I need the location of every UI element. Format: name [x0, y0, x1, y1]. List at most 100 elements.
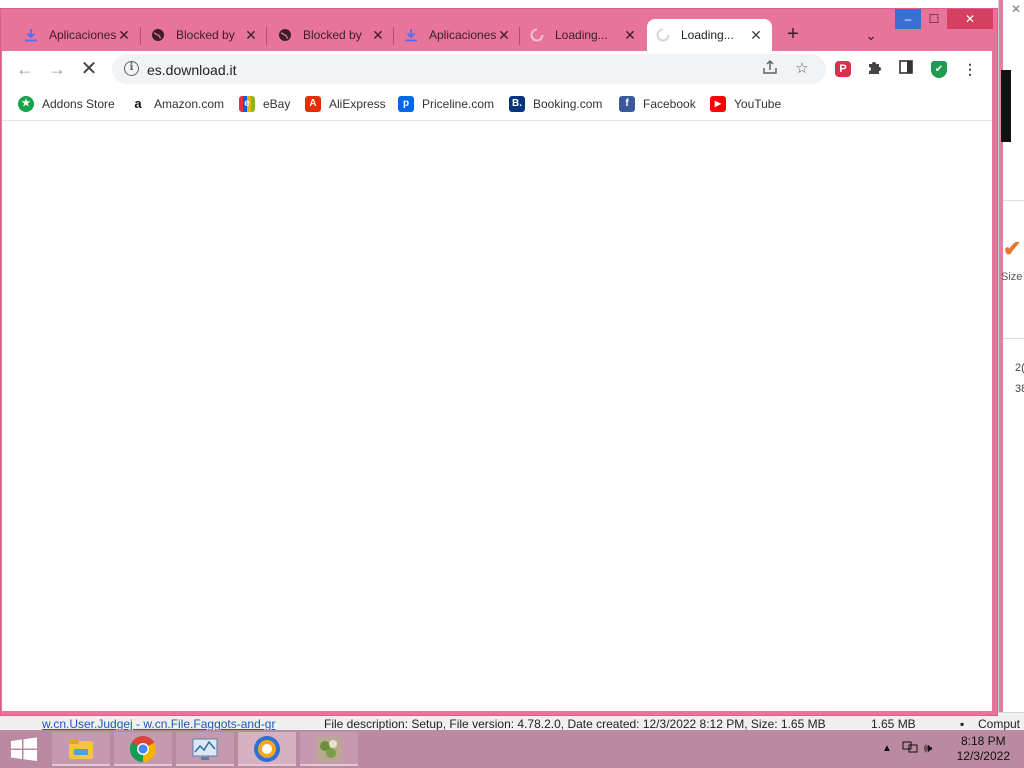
performance-monitor-icon — [192, 738, 218, 760]
taskbar-file-explorer[interactable] — [52, 732, 110, 766]
bookmark-star-icon[interactable]: ☆ — [792, 59, 812, 79]
background-cell: 2( — [1015, 362, 1024, 374]
tab-loading-active[interactable]: Loading... ✕ — [647, 19, 772, 51]
pocket-extension-icon[interactable]: P — [835, 61, 851, 77]
globe-icon — [277, 27, 293, 43]
security-shield-icon[interactable]: ✔ — [931, 61, 947, 78]
taskbar-performance-monitor[interactable] — [176, 732, 234, 766]
bookmark-label: Amazon.com — [154, 97, 225, 111]
tab-close-icon[interactable]: ✕ — [496, 27, 512, 43]
bookmark-label: YouTube — [734, 97, 782, 111]
page-content-area[interactable] — [2, 121, 992, 711]
browser-toolbar: ← → ✕ i es.download.it ☆ P ✔ ⋮ — [2, 51, 992, 87]
site-info-icon[interactable]: i — [124, 61, 139, 76]
network-icon[interactable] — [902, 740, 918, 757]
tab-close-icon[interactable]: ✕ — [243, 27, 259, 43]
tab-close-icon[interactable]: ✕ — [370, 27, 386, 43]
background-divider — [1003, 338, 1024, 339]
volume-icon[interactable]: 🕪 — [924, 740, 932, 756]
computer-label: Comput — [978, 717, 1021, 731]
bookmark-label: eBay — [263, 97, 291, 111]
system-clock[interactable]: 8:18 PM 12/3/2022 — [957, 734, 1010, 764]
address-bar[interactable]: i es.download.it ☆ — [112, 54, 826, 84]
show-hidden-icons-icon[interactable]: ▲ — [882, 743, 892, 754]
more-menu-icon[interactable]: ⋮ — [960, 59, 980, 79]
tab-close-icon[interactable]: ✕ — [622, 27, 638, 43]
back-button[interactable]: ← — [13, 57, 37, 81]
aliexpress-icon: A — [305, 96, 321, 112]
tab-title: Loading... — [555, 28, 608, 42]
background-window: ✕ ✔ Size 2( 38 — [998, 0, 1024, 715]
globe-icon — [150, 27, 166, 43]
priceline-icon: p — [398, 96, 414, 112]
bookmarks-bar: ★ Addons Store a Amazon.com e eBay A Ali… — [2, 87, 992, 121]
tab-aplicaciones[interactable]: Aplicaciones ✕ — [15, 19, 140, 51]
side-panel-icon[interactable] — [896, 59, 916, 79]
new-tab-button[interactable]: + — [781, 23, 805, 47]
facebook-icon: f — [619, 96, 635, 112]
tab-separator — [266, 27, 267, 45]
share-icon[interactable] — [760, 59, 780, 79]
tab-separator — [519, 27, 520, 45]
bookmark-label: Addons Store — [42, 97, 115, 111]
background-dark-panel — [1001, 70, 1011, 142]
size-column-header[interactable]: Size — [1001, 271, 1022, 283]
close-window-button[interactable]: ✕ — [947, 9, 993, 29]
youtube-icon: ▶ — [710, 96, 726, 112]
url-text[interactable]: es.download.it — [147, 62, 237, 78]
folder-icon — [69, 739, 93, 759]
background-close-icon[interactable]: ✕ — [1011, 2, 1021, 16]
maximize-button[interactable]: ☐ — [921, 9, 947, 29]
ebay-icon: e — [239, 96, 255, 112]
bookmark-amazon[interactable]: a Amazon.com — [130, 95, 224, 113]
background-cell: 38 — [1015, 383, 1024, 395]
spinner-icon — [529, 27, 545, 43]
tab-separator — [393, 27, 394, 45]
bookmark-facebook[interactable]: f Facebook — [619, 95, 696, 113]
tab-title: Aplicaciones — [49, 28, 116, 42]
file-size-text: 1.65 MB — [871, 717, 916, 731]
minimize-button[interactable]: – — [895, 9, 921, 29]
spinner-icon — [655, 27, 671, 43]
bookmark-addons-store[interactable]: ★ Addons Store — [18, 95, 115, 113]
tab-title: Loading... — [681, 28, 734, 42]
amazon-icon: a — [130, 96, 146, 112]
browser-window: Aplicaciones ✕ Blocked by ✕ Blocked by ✕… — [0, 8, 998, 716]
forward-button[interactable]: → — [45, 57, 69, 81]
file-description-text: File description: Setup, File version: 4… — [324, 717, 826, 731]
tab-blocked[interactable]: Blocked by ✕ — [269, 19, 394, 51]
clock-date: 12/3/2022 — [956, 749, 1010, 763]
tab-close-icon[interactable]: ✕ — [116, 27, 132, 43]
tab-strip: Aplicaciones ✕ Blocked by ✕ Blocked by ✕… — [1, 9, 997, 53]
bookmark-aliexpress[interactable]: A AliExpress — [305, 95, 386, 113]
system-tray: ▲ 🕪 8:18 PM 12/3/2022 — [864, 730, 1024, 768]
tab-loading[interactable]: Loading... ✕ — [521, 19, 646, 51]
bookmark-priceline[interactable]: p Priceline.com — [398, 95, 494, 113]
checkmark-icon: ✔ — [1003, 236, 1022, 261]
tab-title: Blocked by — [303, 28, 362, 42]
download-icon — [23, 27, 39, 43]
taskbar-plant-app[interactable] — [300, 732, 358, 766]
tab-search-icon[interactable]: ⌄ — [859, 23, 883, 47]
tab-title: Aplicaciones — [429, 28, 496, 42]
booking-icon: B. — [509, 96, 525, 112]
stop-loading-button[interactable]: ✕ — [77, 57, 101, 81]
tab-title: Blocked by — [176, 28, 235, 42]
bookmark-label: Priceline.com — [422, 97, 495, 111]
taskbar-avast-secure-browser[interactable] — [238, 732, 296, 766]
bookmark-label: AliExpress — [329, 97, 386, 111]
taskbar-chrome[interactable] — [114, 732, 172, 766]
tab-separator — [140, 27, 141, 45]
tab-blocked[interactable]: Blocked by ✕ — [142, 19, 267, 51]
bookmark-ebay[interactable]: e eBay — [239, 95, 290, 113]
background-status-link[interactable]: w.cn.User.Judgej - w.cn.File.Faggots-and… — [42, 717, 275, 731]
background-divider — [1003, 200, 1024, 201]
bookmark-booking[interactable]: B. Booking.com — [509, 95, 602, 113]
bookmark-youtube[interactable]: ▶ YouTube — [710, 95, 781, 113]
extensions-puzzle-icon[interactable] — [864, 59, 884, 79]
avast-browser-icon — [254, 736, 280, 762]
addons-store-icon: ★ — [18, 96, 34, 112]
tab-close-icon[interactable]: ✕ — [748, 27, 764, 43]
tab-aplicaciones[interactable]: Aplicaciones ✕ — [395, 19, 520, 51]
start-button[interactable] — [0, 730, 48, 768]
